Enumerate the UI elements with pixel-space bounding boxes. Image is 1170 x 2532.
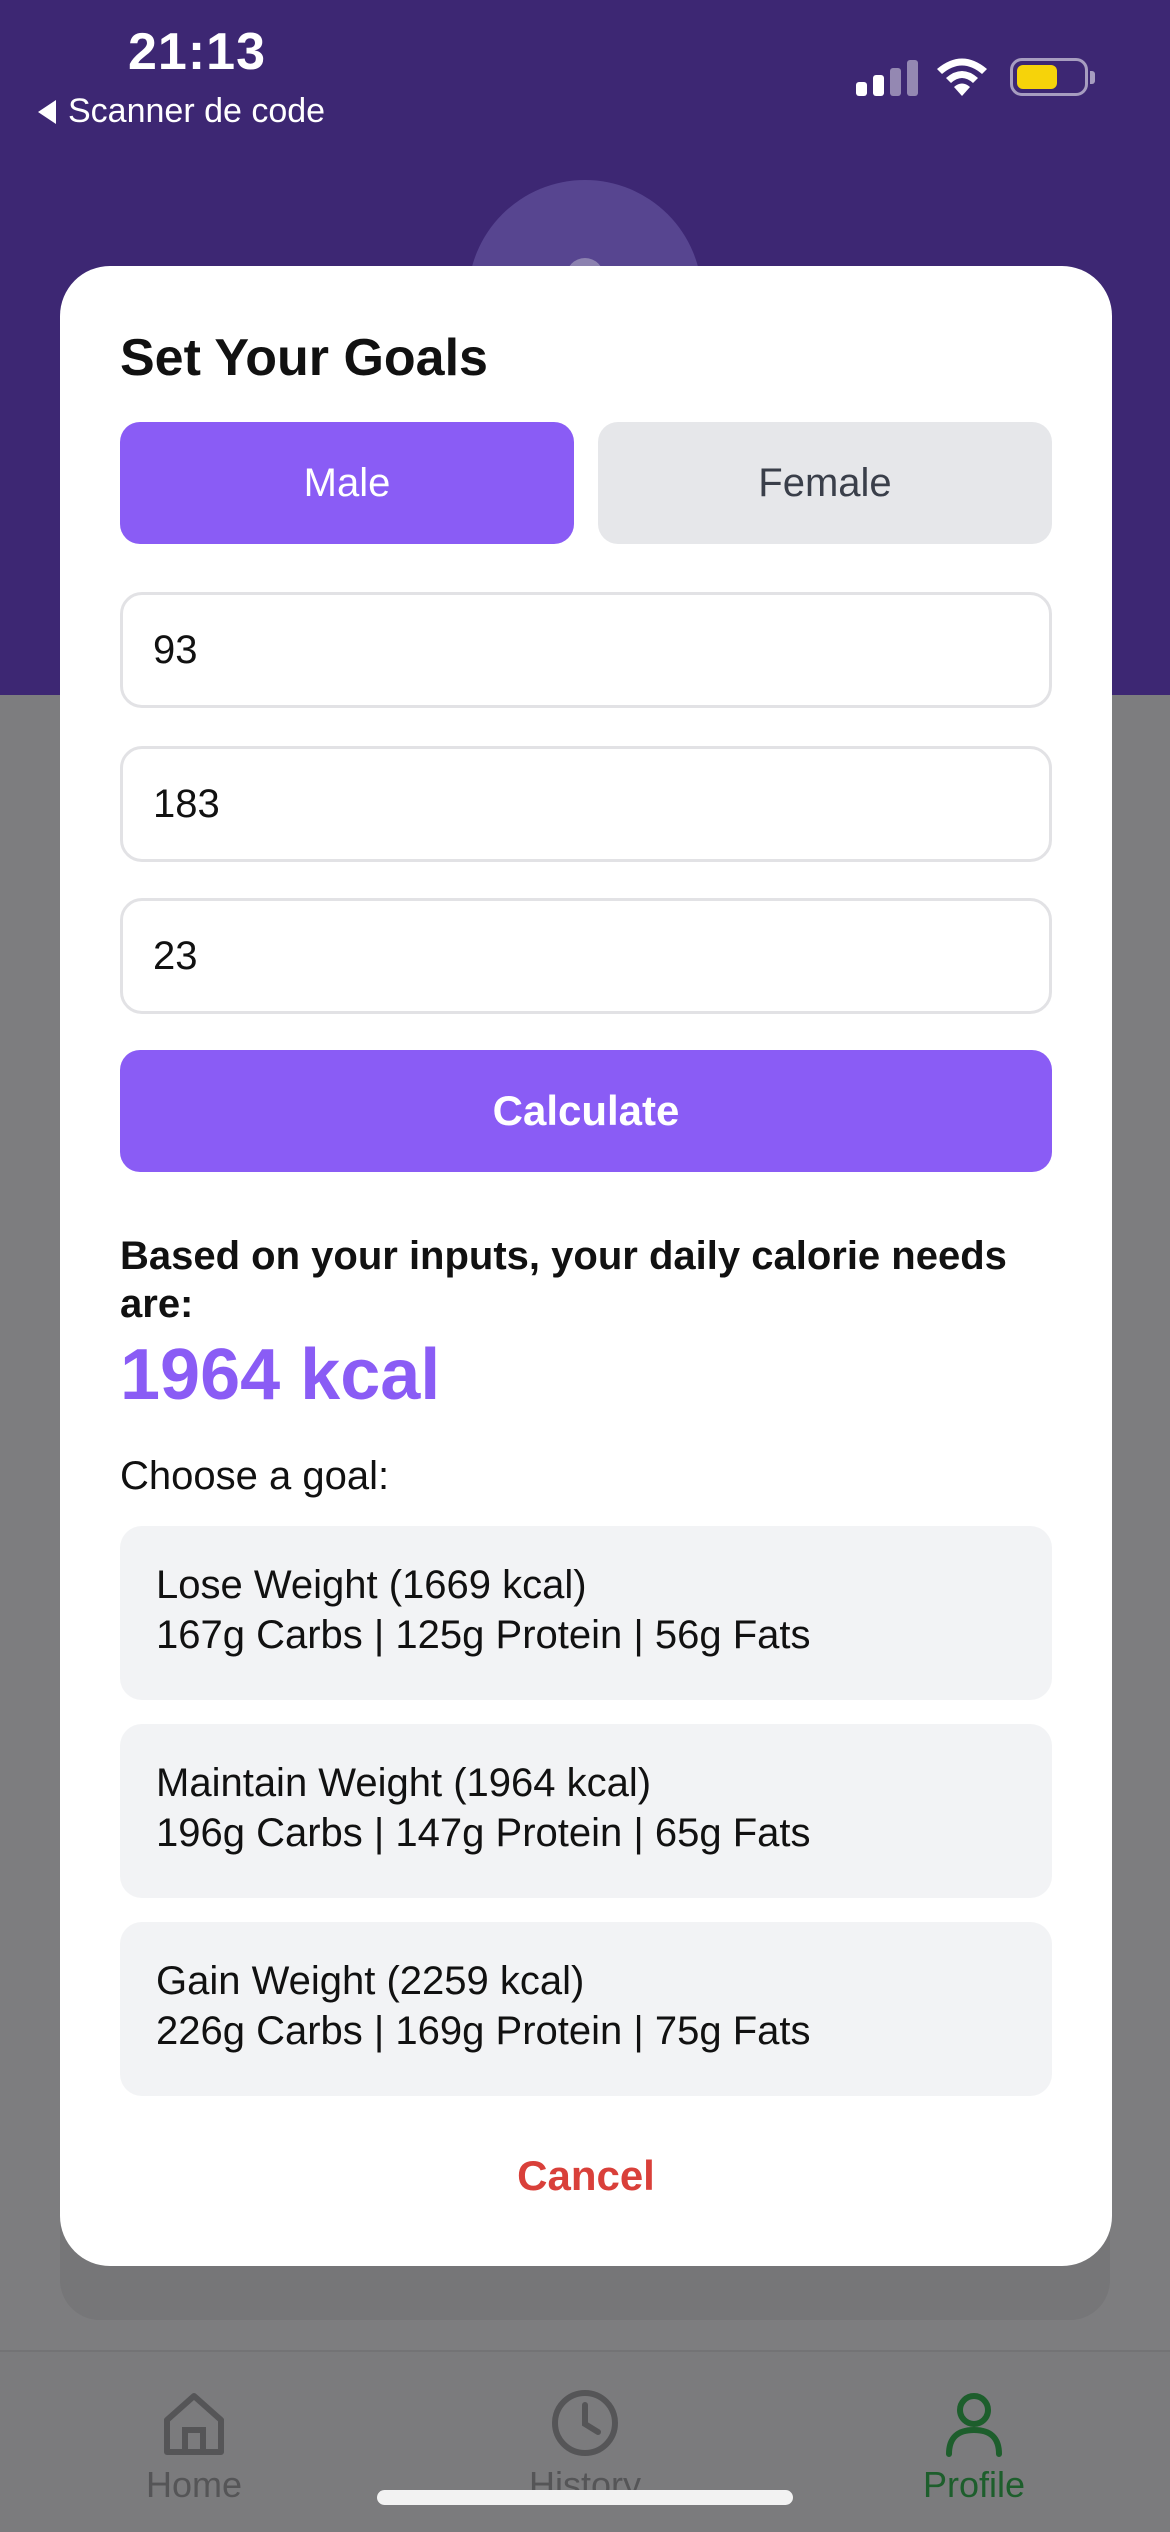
female-button[interactable]: Female <box>598 422 1052 544</box>
goal-option-lose[interactable]: Lose Weight (1669 kcal) 167g Carbs | 125… <box>120 1526 1052 1700</box>
choose-goal-label: Choose a goal: <box>120 1454 390 1498</box>
tab-home-label: Home <box>145 2464 243 2505</box>
cellular-signal-icon <box>856 60 918 96</box>
back-label: Scanner de code <box>68 92 326 130</box>
goal-macros: 167g Carbs | 125g Protein | 56g Fats <box>156 1613 811 1657</box>
result-label: Based on your inputs, your daily calorie… <box>120 1234 1007 1326</box>
tab-profile[interactable]: Profile <box>864 2388 1084 2506</box>
goal-option-maintain[interactable]: Maintain Weight (1964 kcal) 196g Carbs |… <box>120 1724 1052 1898</box>
home-indicator[interactable] <box>377 2490 793 2505</box>
modal-title: Set Your Goals <box>120 329 488 387</box>
goal-title: Maintain Weight (1964 kcal) <box>156 1761 652 1805</box>
height-field[interactable] <box>120 746 1052 862</box>
set-goals-modal: Set Your Goals Male Female Calculate Bas… <box>60 266 1112 2266</box>
tab-history[interactable]: History <box>475 2388 695 2506</box>
tab-home[interactable]: Home <box>84 2388 304 2506</box>
wifi-icon <box>937 58 987 96</box>
goal-macros: 196g Carbs | 147g Protein | 65g Fats <box>156 1811 811 1855</box>
battery-cap <box>1090 71 1095 84</box>
cancel-button[interactable]: Cancel <box>60 2152 1112 2200</box>
person-icon <box>946 2393 1002 2457</box>
goal-macros: 226g Carbs | 169g Protein | 75g Fats <box>156 2009 811 2053</box>
tab-profile-label: Profile <box>922 2464 1026 2505</box>
back-arrow-icon <box>38 99 56 124</box>
calorie-result: 1964 kcal <box>120 1335 441 1415</box>
goal-title: Lose Weight (1669 kcal) <box>156 1563 587 1607</box>
weight-field[interactable] <box>120 592 1052 708</box>
calculate-button[interactable]: Calculate <box>120 1050 1052 1172</box>
male-button[interactable]: Male <box>120 422 574 544</box>
age-field[interactable] <box>120 898 1052 1014</box>
goal-option-gain[interactable]: Gain Weight (2259 kcal) 226g Carbs | 169… <box>120 1922 1052 2096</box>
clock-icon <box>552 2390 618 2456</box>
goal-title: Gain Weight (2259 kcal) <box>156 1959 585 2003</box>
status-time: 21:13 <box>128 23 266 81</box>
home-icon <box>164 2393 224 2455</box>
battery-icon <box>1010 58 1088 96</box>
back-to-app-link[interactable]: Scanner de code <box>38 92 325 131</box>
